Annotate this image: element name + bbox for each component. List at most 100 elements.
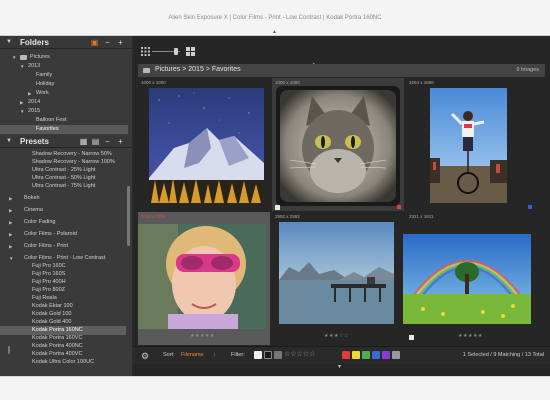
- preset-item[interactable]: Ultra Contrast - 75% Light: [0, 182, 126, 191]
- filter-color-red[interactable]: [342, 351, 350, 359]
- folders-title: Folders: [20, 38, 49, 47]
- preset-category[interactable]: ▶ Bokeh: [0, 194, 126, 203]
- presets-scrollbar[interactable]: [127, 186, 130, 246]
- presets-title: Presets: [20, 137, 49, 146]
- chevron-right-icon[interactable]: ▶: [9, 218, 12, 227]
- preset-label: Ultra Contrast - 75% Light: [32, 183, 96, 189]
- filter-color-gray[interactable]: [392, 351, 400, 359]
- filter-color-green[interactable]: [362, 351, 370, 359]
- thumbnail-image-mountain[interactable]: [149, 88, 264, 203]
- small-grid-view-icon[interactable]: [141, 47, 150, 56]
- chevron-right-icon[interactable]: ▶: [9, 242, 12, 251]
- folder-action-icon[interactable]: ▣: [90, 38, 99, 47]
- collapse-top-arrow-icon[interactable]: ▲: [272, 29, 277, 35]
- sort-dropdown[interactable]: Filename: [181, 352, 204, 358]
- filter-color-blue[interactable]: [372, 351, 380, 359]
- chevron-right-icon[interactable]: ▶: [20, 98, 23, 107]
- image-dimensions: 1048 x 1536: [141, 214, 166, 219]
- breadcrumb[interactable]: Pictures > 2015 > Favorites: [155, 66, 241, 73]
- thumbnail-cell-selected[interactable]: 1048 x 1536 ★★★★★: [138, 212, 270, 345]
- folder-tree-item[interactable]: Favorites: [0, 125, 128, 134]
- add-preset-button[interactable]: +: [116, 137, 125, 146]
- folder-tree-item[interactable]: ▼ Pictures: [0, 53, 128, 62]
- list-presets-icon[interactable]: ▤: [91, 137, 100, 146]
- filter-color-purple[interactable]: [382, 351, 390, 359]
- grid-presets-icon[interactable]: ▦: [79, 137, 88, 146]
- large-grid-view-icon[interactable]: [186, 47, 195, 56]
- thumbnail-image-girl[interactable]: [138, 224, 266, 329]
- folder-tree-item[interactable]: Holiday: [0, 80, 128, 89]
- folder-tree-item[interactable]: Family: [0, 71, 128, 80]
- image-dimensions: 2992 x 2992: [275, 214, 300, 219]
- chevron-right-icon[interactable]: ▶: [9, 206, 12, 215]
- preset-label: Kodak Ultra Color 100UC: [32, 359, 95, 365]
- chevron-down-icon[interactable]: ▼: [6, 39, 12, 45]
- sort-direction-icon[interactable]: ↕: [213, 352, 216, 358]
- presets-panel-header[interactable]: ▼ Presets ▦ ▤ − +: [0, 135, 132, 148]
- filter-flag-picked-icon[interactable]: [254, 351, 262, 359]
- presets-list: Shadow Recovery - Narrow 50% Shadow Recov…: [0, 148, 132, 376]
- app-window: Alien Skin Exposure X | Color Films - Pr…: [0, 0, 550, 400]
- thumbnail-size-knob[interactable]: [174, 48, 178, 55]
- star-rating[interactable]: ★★★☆☆: [324, 333, 349, 339]
- window-footer: [0, 376, 550, 400]
- thumbnail-image-unicyclist[interactable]: [430, 88, 507, 203]
- image-dimensions: 2321 x 1611: [409, 214, 434, 219]
- preset-label: Bokeh: [24, 195, 40, 201]
- chevron-down-icon[interactable]: ▼: [6, 138, 12, 144]
- folder-tree-item[interactable]: Balloon Fest: [0, 116, 128, 125]
- chevron-right-icon[interactable]: ▶: [28, 89, 31, 98]
- collapse-bottom-arrow-icon[interactable]: ▼: [337, 364, 342, 370]
- thumbnail-cell[interactable]: 2992 x 2992 ★★★☆☆: [272, 212, 404, 345]
- preset-item[interactable]: Kodak Ultra Color 100UC: [0, 358, 126, 367]
- presets-scroll-marker: [8, 346, 10, 354]
- thumbnail-cell[interactable]: 1000 x 1000: [138, 78, 270, 211]
- folders-panel-header[interactable]: ▼ Folders ▣ − +: [0, 36, 132, 49]
- filter-label: Filter:: [231, 352, 245, 358]
- folder-tree-label: Balloon Fest: [36, 117, 67, 123]
- folder-tree-item[interactable]: ▼ 2013: [0, 62, 128, 71]
- add-folder-button[interactable]: +: [116, 38, 125, 47]
- pick-flag-icon[interactable]: [275, 205, 280, 210]
- filter-star-rating[interactable]: ☆☆☆☆☆: [284, 350, 315, 358]
- preset-category[interactable]: ▶ Color Fading: [0, 218, 126, 227]
- folder-tree-label: Family: [36, 72, 53, 78]
- chevron-right-icon[interactable]: ▶: [9, 194, 12, 203]
- star-rating[interactable]: ★★★★★: [190, 333, 215, 339]
- chevron-right-icon[interactable]: ▶: [9, 230, 12, 239]
- folder-icon: [20, 55, 27, 60]
- star-rating[interactable]: ★★★★★: [458, 333, 483, 339]
- thumbnail-image-cat[interactable]: [276, 86, 400, 206]
- bottom-bar: ⚙ Sort: Filename ↕ Filter: ☆☆☆☆☆ 1 Selec…: [133, 346, 550, 364]
- chevron-down-icon[interactable]: ▼: [20, 107, 24, 116]
- preset-label: Color Films - Print: [24, 243, 69, 249]
- title-bar: Alien Skin Exposure X | Color Films - Pr…: [0, 0, 550, 36]
- thumbnail-cell[interactable]: 3264 x 4896: [406, 78, 538, 211]
- folder-tree-item[interactable]: ▼ 2015: [0, 107, 128, 116]
- pick-flag-icon[interactable]: [409, 335, 414, 340]
- folder-tree-item[interactable]: ▶ Work: [0, 89, 128, 98]
- folder-tree-item[interactable]: ▶ 2014: [0, 98, 128, 107]
- filter-unflagged-icon[interactable]: [274, 351, 282, 359]
- window-title: Alien Skin Exposure X | Color Films - Pr…: [168, 15, 382, 21]
- remove-folder-button[interactable]: −: [103, 38, 112, 47]
- preset-category[interactable]: ▶ Color Films - Polaroid: [0, 230, 126, 239]
- view-toolbar: [133, 43, 550, 60]
- thumbnail-cell-selected[interactable]: 1000 x 1000: [272, 78, 404, 211]
- chevron-down-icon[interactable]: ▼: [20, 62, 24, 71]
- preset-category[interactable]: ▶ Cinema: [0, 206, 126, 215]
- color-label-red: [397, 205, 401, 209]
- folder-tree-label: Favorites: [36, 126, 59, 132]
- preset-category[interactable]: ▶ Color Films - Print: [0, 242, 126, 251]
- filter-color-yellow[interactable]: [352, 351, 360, 359]
- thumbnail-cell[interactable]: 2321 x 1611 ★★★★★: [403, 212, 538, 345]
- gear-icon[interactable]: ⚙: [141, 351, 149, 361]
- chevron-down-icon[interactable]: ▼: [12, 53, 16, 62]
- filter-flag-rejected-icon[interactable]: [264, 351, 272, 359]
- thumbnail-image-rainbow[interactable]: [403, 234, 531, 324]
- folder-tree-label: 2013: [28, 63, 41, 69]
- remove-preset-button[interactable]: −: [103, 137, 112, 146]
- folder-tree-label: Work: [36, 90, 49, 96]
- preset-label: Color Films - Polaroid: [24, 231, 77, 237]
- thumbnail-image-pier[interactable]: [279, 222, 394, 324]
